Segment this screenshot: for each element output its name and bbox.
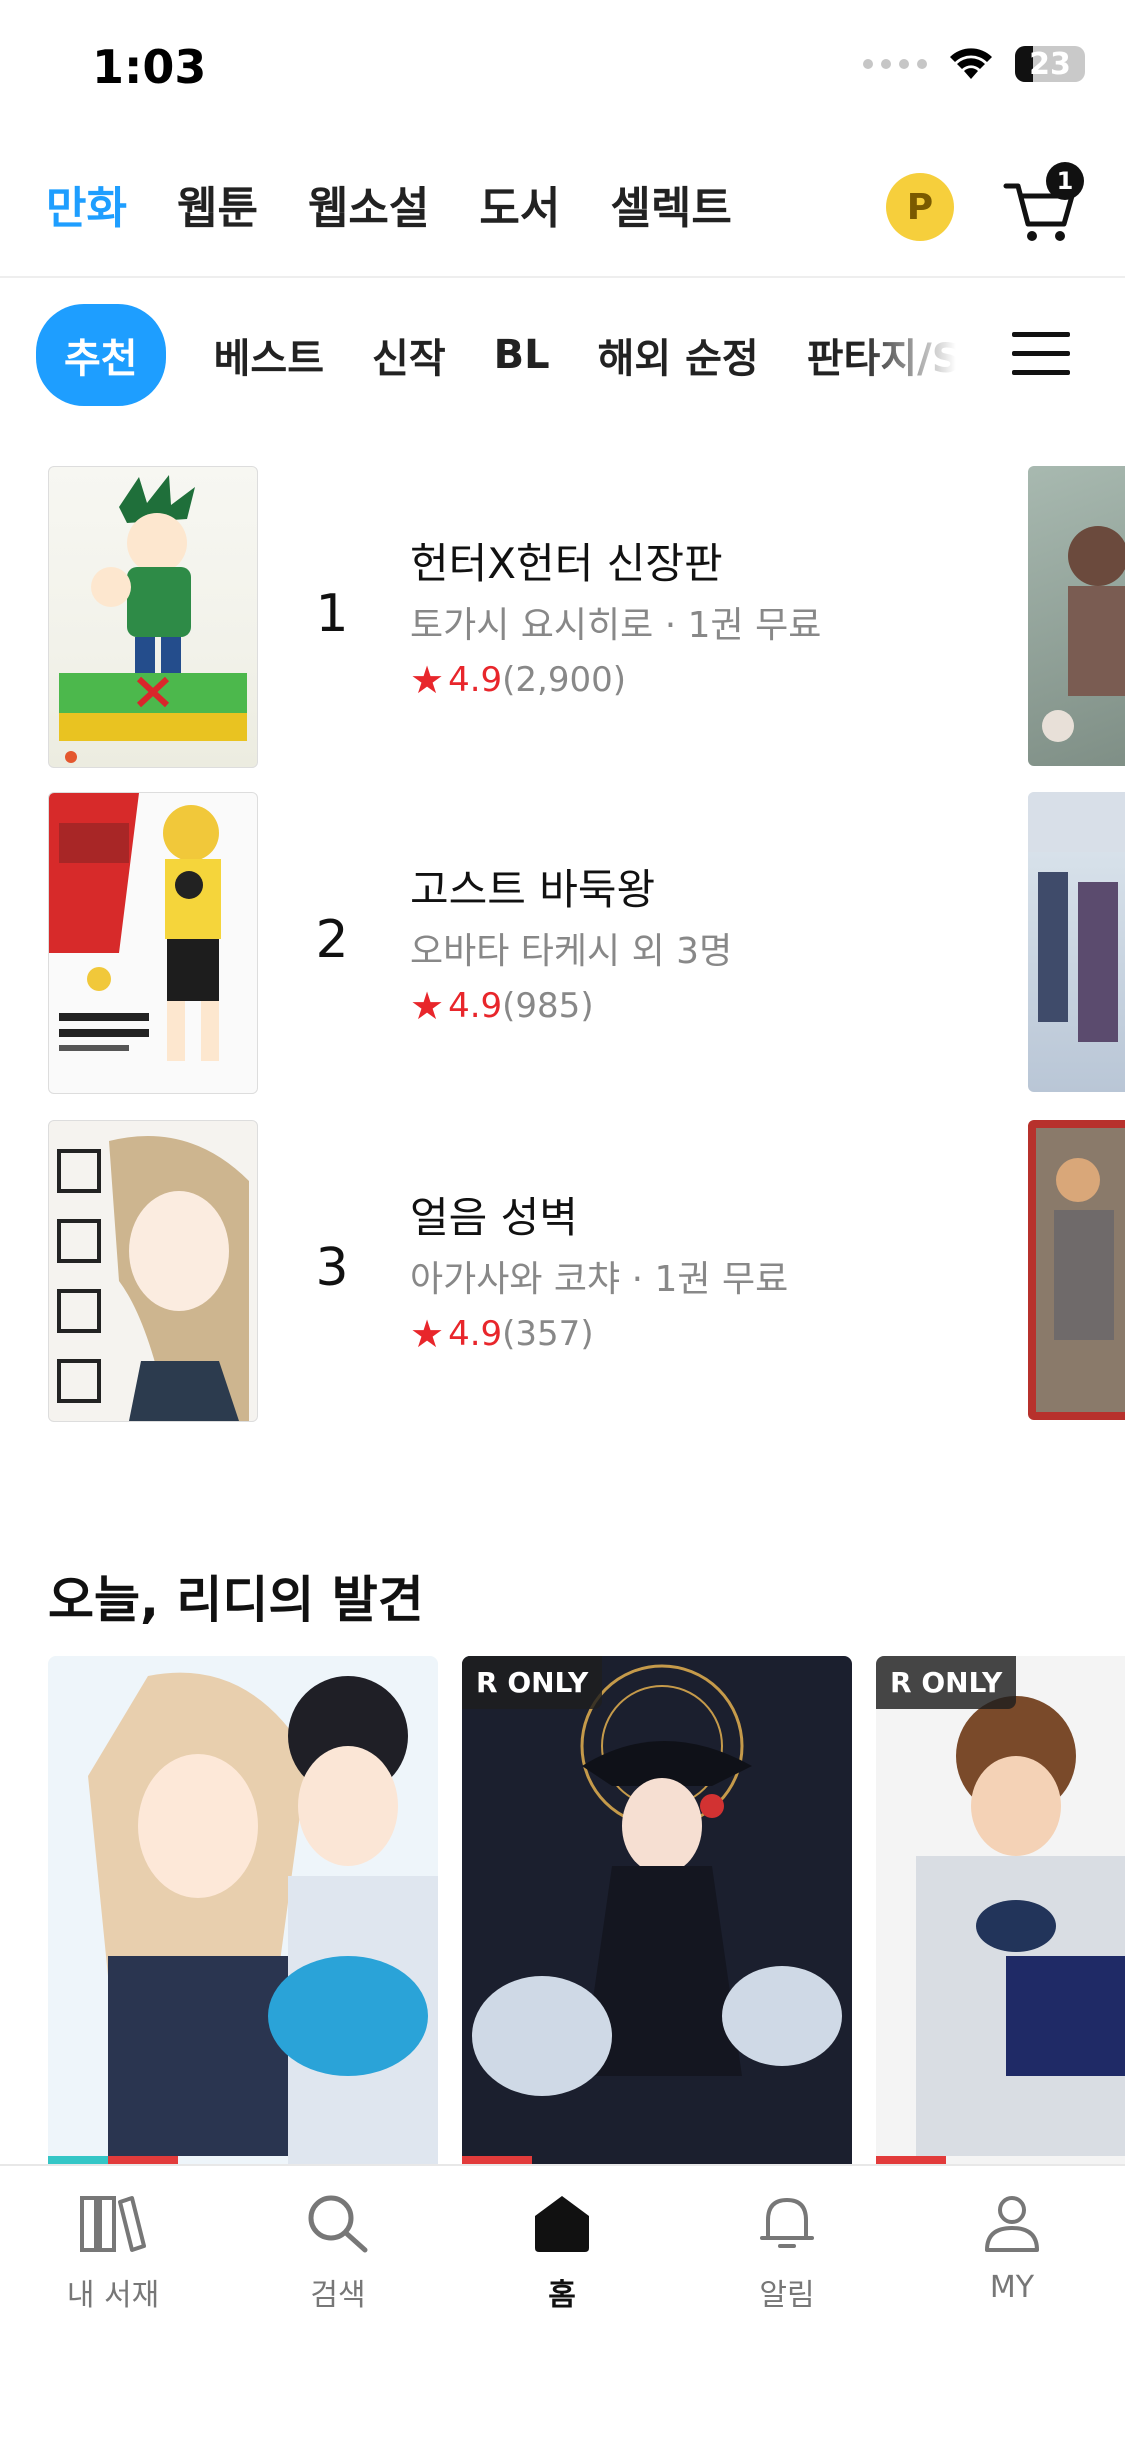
tab-library[interactable]: 내 서재 (33, 2192, 193, 2314)
rank-number: 3 (315, 1238, 349, 1298)
tab-label: 알림 (759, 2278, 815, 2313)
book-author: 아가사와 코챠 · 1권 무료 (410, 1259, 789, 1300)
ranking-item[interactable]: 3 얼음 성벽 아가사와 코챠 · 1권 무료 ★ 4.9 (357) (0, 1120, 1125, 1422)
star-icon: ★ (410, 658, 445, 702)
tab-notifications[interactable]: 알림 (707, 2192, 867, 2314)
tab-select[interactable]: 셀렉트 (610, 172, 731, 236)
genre-new[interactable]: 신작 (372, 326, 446, 384)
search-icon (308, 2195, 368, 2253)
battery-icon: 23 (1015, 46, 1085, 82)
bottom-tab-bar: 내 서재 검색 홈 알림 MY (0, 2164, 1125, 2438)
tab-books[interactable]: 도서 (479, 172, 560, 236)
rating-count: (985) (502, 986, 594, 1026)
discovery-card[interactable]: R ONLY (876, 1656, 1125, 2176)
genre-recommended[interactable]: 추천 (36, 304, 166, 406)
genre-bl[interactable]: BL (494, 332, 550, 378)
tab-my[interactable]: MY (932, 2192, 1092, 2305)
home-icon (535, 2196, 589, 2252)
book-rating: ★ 4.9 (2,900) (410, 658, 626, 702)
status-time: 1:03 (92, 40, 207, 94)
book-title[interactable]: 고스트 바둑왕 (410, 856, 655, 917)
discovery-card[interactable] (48, 1656, 438, 2176)
menu-icon[interactable] (1012, 332, 1070, 376)
signal-icon (863, 59, 927, 69)
book-cover-peek[interactable] (1028, 1120, 1125, 1420)
book-cover[interactable] (48, 1120, 258, 1422)
ranking-item[interactable]: 1 헌터X헌터 신장판 토가시 요시히로 · 1권 무료 ★ 4.9 (2,90… (0, 466, 1125, 768)
genre-filter-bar: 추천 베스트 신작 BL 해외 순정 판타지/S (0, 300, 1125, 410)
genre-overseas-romance[interactable]: 해외 순정 (598, 326, 759, 384)
rating-count: (2,900) (502, 660, 627, 700)
book-cover[interactable] (48, 792, 258, 1094)
book-title[interactable]: 얼음 성벽 (410, 1184, 578, 1245)
tab-label: 검색 (310, 2278, 366, 2313)
book-rating: ★ 4.9 (357) (410, 1312, 594, 1356)
star-icon: ★ (410, 984, 445, 1028)
section-title: 오늘, 리디의 발견 (48, 1571, 424, 1629)
status-bar: 1:03 23 (0, 0, 1125, 140)
tab-label: MY (989, 2270, 1035, 2305)
book-cover-peek[interactable] (1028, 466, 1125, 766)
star-icon: ★ (410, 1312, 445, 1356)
wifi-icon (950, 48, 992, 79)
person-icon (985, 2196, 1039, 2252)
discovery-card[interactable]: R ONLY (462, 1656, 852, 2176)
library-icon (80, 2196, 146, 2252)
genre-best[interactable]: 베스트 (214, 326, 324, 384)
rating-score: 4.9 (448, 986, 503, 1026)
book-rating: ★ 4.9 (985) (410, 984, 594, 1028)
rank-number: 2 (315, 910, 349, 970)
tab-home[interactable]: 홈 (482, 2192, 642, 2314)
book-cover[interactable] (48, 466, 258, 768)
book-author: 토가시 요시히로 · 1권 무료 (410, 605, 822, 646)
rating-count: (357) (502, 1314, 594, 1354)
tab-label: 홈 (548, 2278, 576, 2313)
top-category-nav: 만화 웹툰 웹소설 도서 셀렉트 P 1 (0, 150, 1125, 278)
book-author: 오바타 타케시 외 3명 (410, 931, 733, 972)
tab-webnovel[interactable]: 웹소설 (308, 172, 429, 236)
tab-webtoon[interactable]: 웹툰 (177, 172, 258, 236)
tab-manhwa[interactable]: 만화 (46, 172, 127, 236)
rank-number: 1 (315, 584, 349, 644)
r-only-badge: R ONLY (462, 1656, 603, 1709)
cart-badge: 1 (1046, 162, 1084, 200)
tab-label: 내 서재 (66, 2278, 160, 2313)
r-only-badge: R ONLY (876, 1656, 1017, 1709)
point-button[interactable]: P (886, 173, 954, 241)
tab-search[interactable]: 검색 (258, 2192, 418, 2314)
bell-icon (760, 2198, 814, 2248)
rating-score: 4.9 (448, 1314, 503, 1354)
rating-score: 4.9 (448, 660, 503, 700)
ranking-item[interactable]: 2 고스트 바둑왕 오바타 타케시 외 3명 ★ 4.9 (985) (0, 792, 1125, 1094)
book-cover-peek[interactable] (1028, 792, 1125, 1092)
book-title[interactable]: 헌터X헌터 신장판 (410, 530, 723, 591)
